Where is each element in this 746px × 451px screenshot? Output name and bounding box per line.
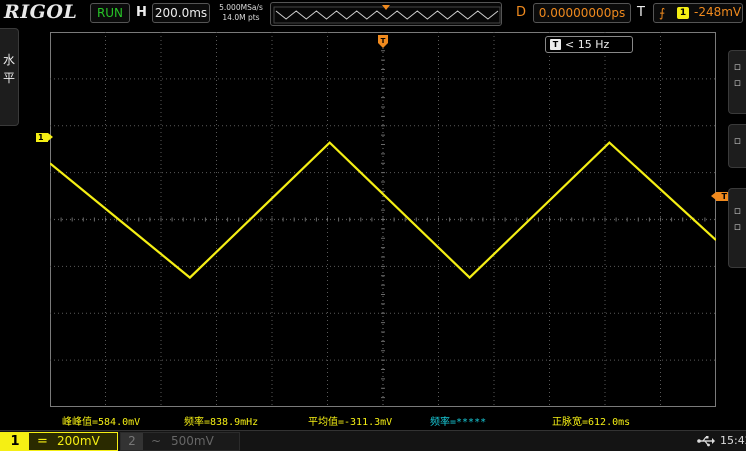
horizontal-label: H	[136, 5, 147, 20]
sample-rate: 5.000MSa/s	[219, 3, 263, 12]
trigger-position-marker[interactable]: T	[378, 35, 388, 49]
top-status-bar: RIGOL RUN H 200.0ms 5.000MSa/s 14.0M pts…	[0, 0, 746, 28]
measurement-frequency[interactable]: 频率=838.9mHz	[184, 413, 258, 428]
timebase-value[interactable]: 200.0ms	[152, 3, 210, 23]
right-tab-glyph: ▫	[733, 204, 742, 217]
rising-edge-icon: ⨍	[659, 6, 666, 20]
run-stop-status[interactable]: RUN	[90, 3, 130, 23]
left-panel: 水 平	[0, 28, 20, 430]
frequency-counter-value: < 15 Hz	[565, 38, 610, 51]
ch1-offset-marker[interactable]: 1	[36, 133, 53, 142]
brand-logo: RIGOL	[4, 1, 78, 23]
right-panel: ▫ ▫ ▫ ▫ ▫	[728, 28, 746, 430]
right-tab-glyph: ▫	[733, 220, 742, 233]
acquisition-info: 5.000MSa/s 14.0M pts	[214, 3, 268, 23]
measurement-row: 峰峰值=584.0mV 频率=838.9mHz 平均值=-311.3mV 频率=…	[20, 412, 728, 428]
trigger-settings[interactable]: ⨍ 1 -248mV	[653, 3, 743, 23]
trigger-level-value: -248mV	[694, 5, 742, 19]
trigger-source-badge: 1	[677, 7, 689, 19]
usb-icon	[697, 436, 715, 447]
trigger-position-letter: T	[381, 37, 386, 45]
ch2-coupling-icon: ~	[151, 434, 162, 448]
ch1-scale: 200mV	[57, 434, 100, 448]
ch2-settings[interactable]: 2 ~ 500mV	[120, 432, 240, 451]
menu-tab-label-1: 水	[2, 53, 15, 67]
bottom-channel-bar: 1 = 200mV 2 ~ 500mV 15:42	[0, 430, 746, 451]
frequency-counter[interactable]: T < 15 Hz	[545, 36, 633, 53]
menu-tab-label-2: 平	[2, 71, 15, 85]
memory-overview-waveform	[273, 5, 501, 24]
right-tab-glyph: ▫	[733, 134, 742, 147]
delay-label: D	[516, 5, 527, 20]
horizontal-menu-tab[interactable]: 水 平	[0, 28, 19, 126]
right-menu-tab-1[interactable]: ▫ ▫	[728, 50, 746, 114]
right-menu-tab-3[interactable]: ▫ ▫	[728, 188, 746, 268]
right-menu-tab-2[interactable]: ▫	[728, 124, 746, 168]
system-clock: 15:42	[720, 434, 746, 447]
frequency-counter-icon: T	[550, 39, 561, 50]
right-tab-glyph: ▫	[733, 60, 742, 73]
ch1-number: 1	[1, 433, 29, 450]
measurement-positive-width[interactable]: 正脉宽=612.0ms	[552, 413, 630, 428]
ch2-number: 2	[121, 433, 143, 450]
memory-overview-trace	[275, 10, 499, 20]
measurement-frequency-2[interactable]: 频率=*****	[430, 413, 486, 428]
ch1-coupling-icon: =	[37, 434, 48, 449]
trigger-level-marker[interactable]: T	[711, 192, 728, 201]
right-tab-glyph: ▫	[733, 76, 742, 89]
ch2-scale: 500mV	[171, 434, 214, 448]
memory-overview-strip[interactable]	[270, 2, 502, 26]
waveform-display[interactable]	[50, 32, 716, 407]
memory-depth: 14.0M pts	[222, 13, 260, 22]
trigger-label: T	[637, 5, 645, 20]
delay-value[interactable]: 0.00000000ps	[533, 3, 631, 23]
measurement-average[interactable]: 平均值=-311.3mV	[308, 413, 392, 428]
measurement-vpp[interactable]: 峰峰值=584.0mV	[62, 413, 140, 428]
ch1-settings[interactable]: 1 = 200mV	[0, 432, 118, 451]
